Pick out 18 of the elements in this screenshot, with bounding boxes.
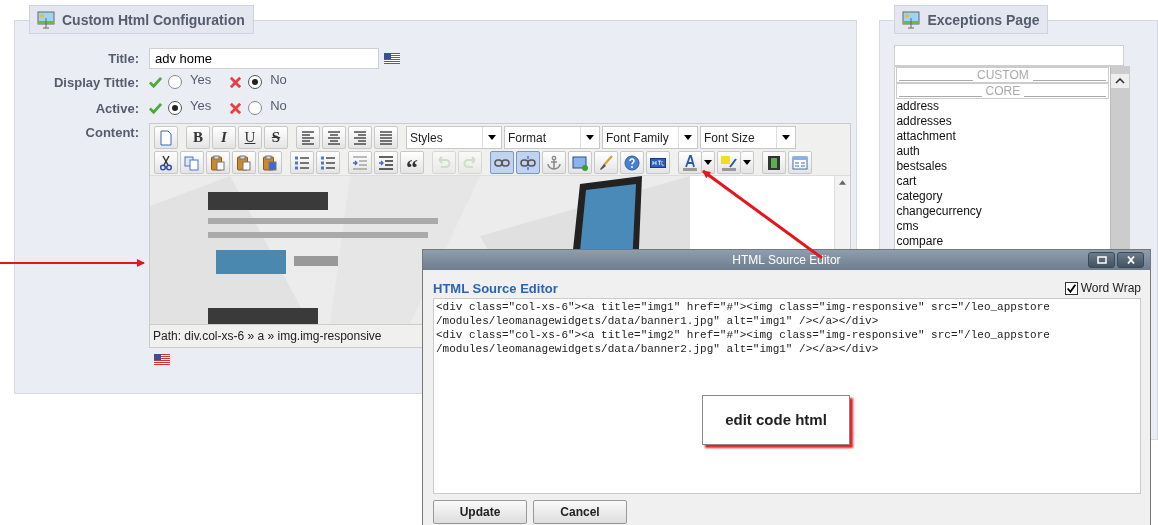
panel-title: Custom Html Configuration <box>62 12 245 28</box>
option-label: Yes <box>190 71 212 87</box>
field-label: Display Tittle: <box>53 74 140 90</box>
editor-heading: HTML Source Editor <box>433 280 558 296</box>
field-label: Title: <box>107 50 140 66</box>
checkbox-label: Word Wrap <box>1080 281 1141 295</box>
panel-title: Exceptions Page <box>927 12 1040 28</box>
option-label: No <box>270 97 287 113</box>
code-line: <div class="col-xs-6"><a title="img1" href="#"><img class="img-responsive" src="/leo_appstore <box>436 300 1051 314</box>
group-header: CORE <box>896 83 1110 99</box>
field-label: Content: <box>84 124 140 140</box>
group-header: CUSTOM <box>896 67 1110 83</box>
code-line: /modules/leomanagewidgets/data/banner1.jpg" alt="img1" /></a></div> <box>436 314 880 328</box>
option-label: No <box>270 71 287 87</box>
dialog-title: HTML Source Editor <box>732 253 841 267</box>
option-label: Yes <box>190 97 212 113</box>
field-label: Active: <box>94 100 140 116</box>
callout-label: edit code html <box>702 395 850 445</box>
